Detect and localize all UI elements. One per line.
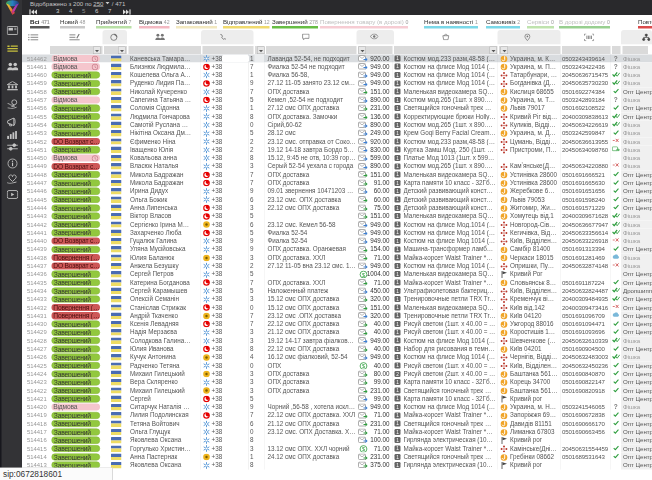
svg-text:$: $ — [362, 272, 365, 278]
svg-text:$: $ — [362, 363, 365, 369]
svg-text:$: $ — [362, 446, 365, 452]
